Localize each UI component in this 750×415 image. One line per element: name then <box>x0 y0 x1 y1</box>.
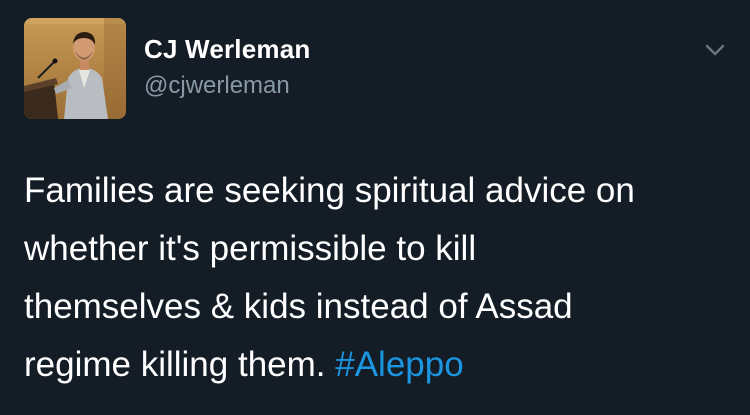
tweet-text-line: themselves & kids instead of Assad <box>24 287 573 326</box>
tweet-text: Families are seeking spiritual advice on… <box>24 162 734 394</box>
tweet-text-line: Families are seeking spiritual advice on <box>24 171 635 210</box>
tweet-text-fragment: regime killing them. <box>24 345 336 384</box>
chevron-down-icon[interactable] <box>700 38 730 62</box>
display-name[interactable]: CJ Werleman <box>144 34 310 65</box>
tweet-text-line: whether it's permissible to kill <box>24 229 477 268</box>
avatar-photo <box>24 18 126 119</box>
avatar[interactable] <box>24 18 126 119</box>
tweet-card: CJ Werleman @cjwerleman Families are see… <box>0 0 750 415</box>
user-handle[interactable]: @cjwerleman <box>144 72 290 100</box>
tweet-text-line: regime killing them. #Aleppo <box>24 336 734 394</box>
hashtag-link[interactable]: #Aleppo <box>335 345 463 384</box>
